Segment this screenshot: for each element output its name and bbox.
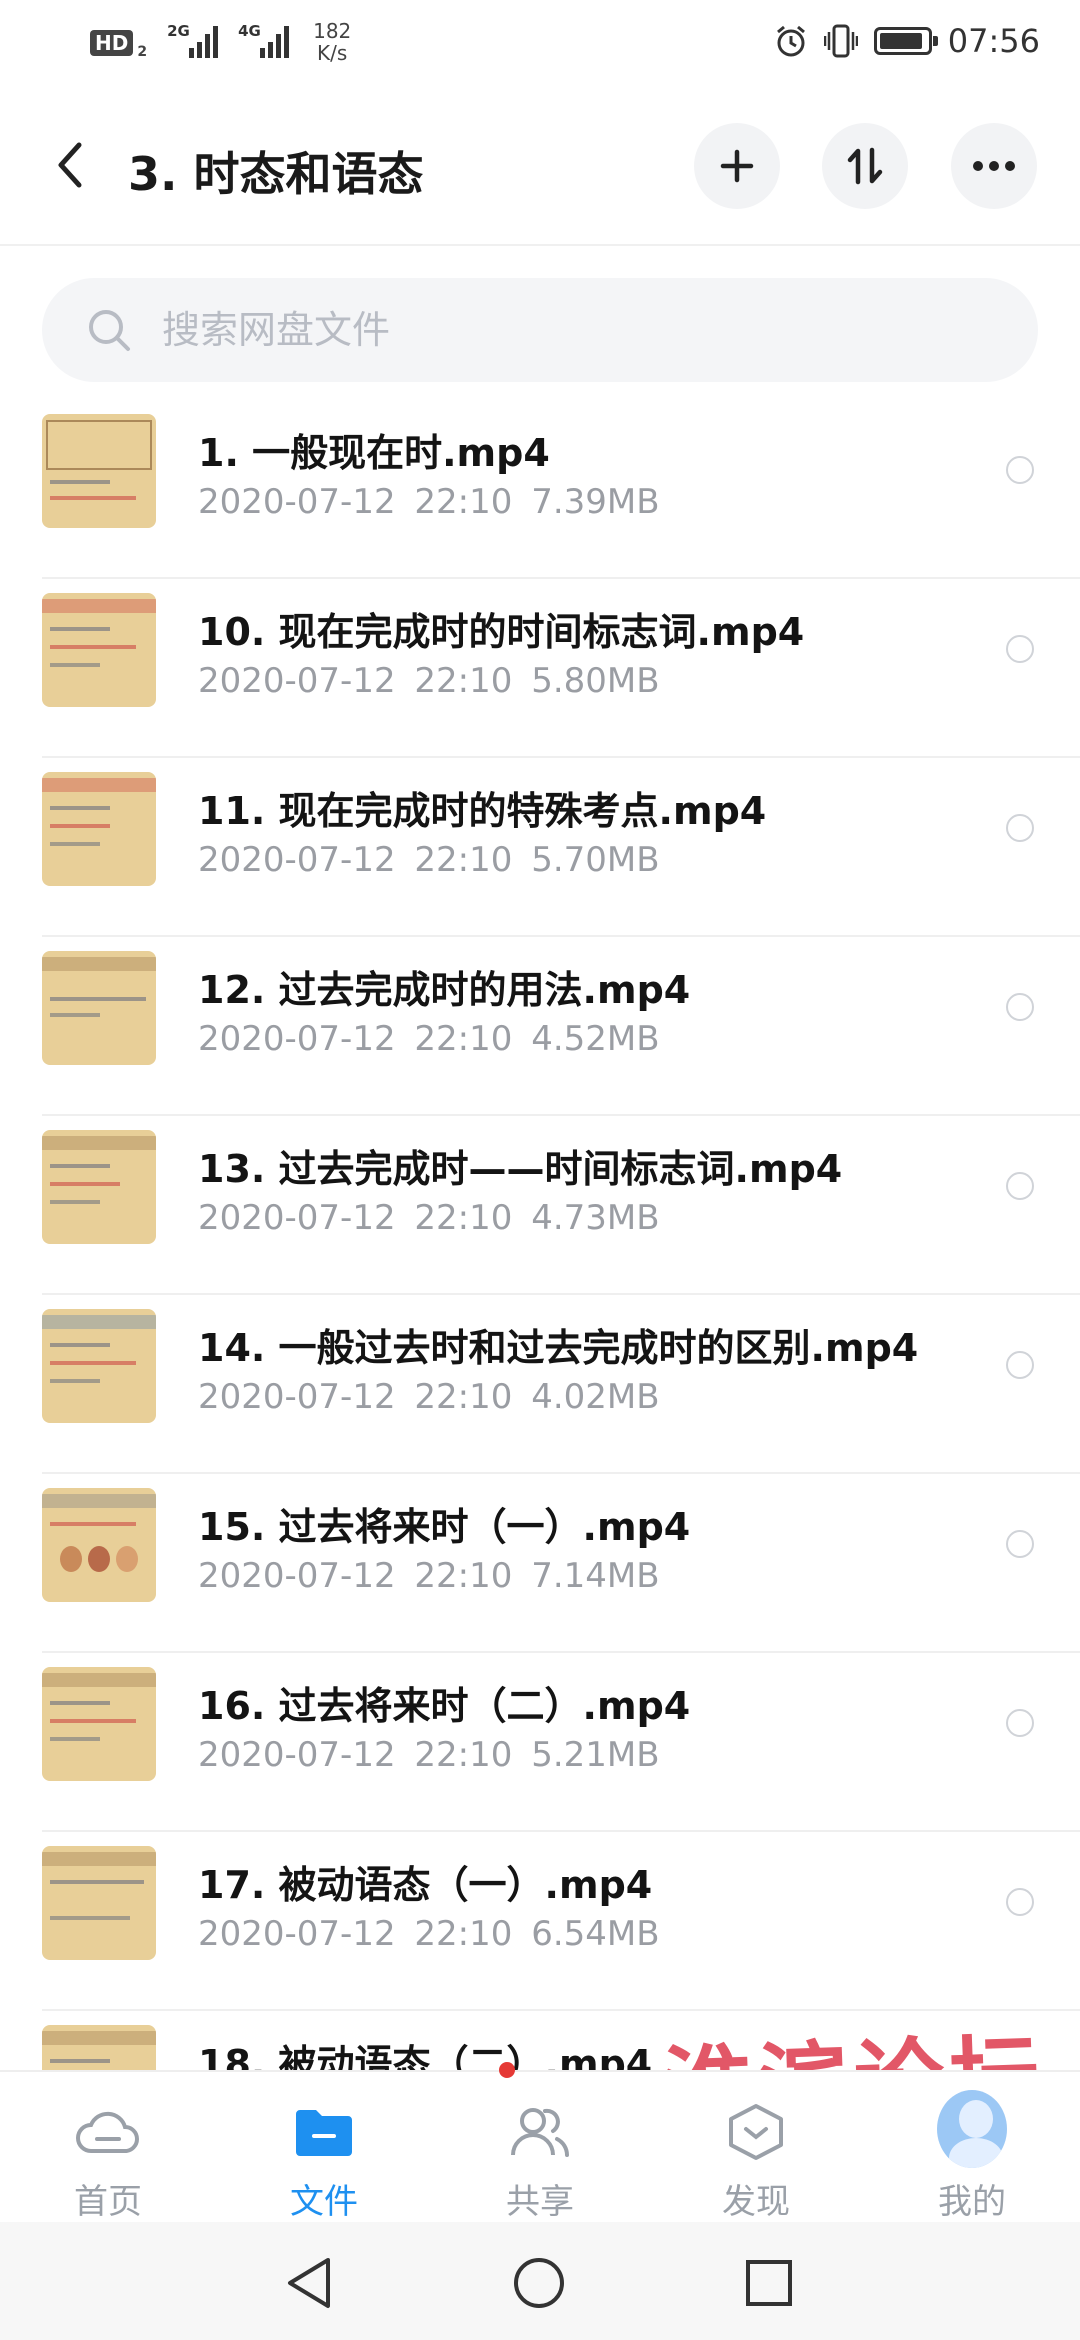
nav-recents-button[interactable]	[734, 2248, 804, 2318]
select-radio[interactable]	[1006, 456, 1034, 484]
video-thumbnail	[42, 1667, 156, 1781]
file-name: 17. 被动语态（一）.mp4	[198, 1863, 653, 1907]
video-thumbnail	[42, 772, 156, 886]
file-name: 14. 一般过去时和过去完成时的区别.mp4	[198, 1326, 919, 1370]
cloud-icon	[76, 2111, 139, 2153]
file-name: 11. 现在完成时的特殊考点.mp4	[198, 789, 767, 833]
file-name: 18. 被动语态（二）.mp4	[198, 2042, 653, 2070]
tab-label: 文件	[290, 2182, 358, 2222]
system-nav-bar	[0, 2222, 1080, 2340]
select-radio[interactable]	[1006, 1709, 1034, 1737]
tab-home[interactable]: 首页	[0, 2072, 216, 2224]
select-radio[interactable]	[1006, 1172, 1034, 1200]
status-bar: HD 2 2G 4G 182 K/s 07:56	[0, 0, 1080, 90]
file-row[interactable]: 1. 一般现在时.mp4 2020-07-12 22:10 7.39MB	[0, 400, 1080, 579]
file-meta: 2020-07-12 22:10 7.14MB	[198, 1556, 660, 1596]
battery-icon	[873, 27, 938, 55]
video-thumbnail	[42, 593, 156, 707]
sort-icon	[847, 147, 883, 185]
file-meta: 2020-07-12 22:10 5.80MB	[198, 661, 660, 701]
file-meta: 2020-07-12 22:10 5.70MB	[198, 840, 660, 880]
avatar	[937, 2090, 1007, 2168]
share-people-icon	[511, 2108, 569, 2157]
nav-home-button[interactable]	[504, 2248, 574, 2318]
file-row[interactable]: 14. 一般过去时和过去完成时的区别.mp4 2020-07-12 22:10 …	[0, 1295, 1080, 1474]
file-row[interactable]: 15. 过去将来时（一）.mp4 2020-07-12 22:10 7.14MB	[0, 1474, 1080, 1653]
signal-4g-icon: 4G	[238, 18, 290, 58]
select-radio[interactable]	[1006, 635, 1034, 663]
search-icon	[89, 310, 130, 351]
file-name: 13. 过去完成时——时间标志词.mp4	[198, 1147, 843, 1191]
plus-icon	[720, 149, 754, 183]
file-name: 15. 过去将来时（一）.mp4	[198, 1505, 691, 1549]
tab-me[interactable]: 我的	[864, 2072, 1080, 2224]
file-meta: 2020-07-12 22:10 5.21MB	[198, 1735, 660, 1775]
video-thumbnail	[42, 1488, 156, 1602]
video-thumbnail	[42, 2025, 156, 2070]
signal-2g-icon: 2G	[167, 18, 219, 58]
page-title: 3. 时态和语态	[128, 147, 424, 201]
file-meta: 2020-07-12 22:10 7.39MB	[198, 482, 660, 522]
file-row[interactable]: 13. 过去完成时——时间标志词.mp4 2020-07-12 22:10 4.…	[0, 1116, 1080, 1295]
video-thumbnail	[42, 1309, 156, 1423]
file-row[interactable]: 12. 过去完成时的用法.mp4 2020-07-12 22:10 4.52MB	[0, 937, 1080, 1116]
vibrate-icon	[823, 24, 858, 58]
notification-dot	[499, 2062, 515, 2078]
select-radio[interactable]	[1006, 1351, 1034, 1379]
tab-share[interactable]: 共享	[432, 2062, 648, 2224]
more-dots-icon	[973, 161, 1015, 171]
folder-icon	[296, 2110, 352, 2156]
file-name: 1. 一般现在时.mp4	[198, 431, 550, 475]
alarm-icon	[776, 25, 805, 57]
discover-icon	[729, 2104, 783, 2160]
select-radio[interactable]	[1006, 1888, 1034, 1916]
file-row[interactable]: 17. 被动语态（一）.mp4 2020-07-12 22:10 6.54MB	[0, 1832, 1080, 2011]
tab-label: 首页	[74, 2182, 142, 2222]
back-arrow-icon	[58, 142, 82, 188]
add-button[interactable]	[694, 123, 780, 209]
nav-back-button[interactable]	[274, 2248, 344, 2318]
hd-voice-badge: HD	[90, 30, 134, 56]
header: 3. 时态和语态	[0, 100, 1080, 235]
tab-discover[interactable]: 发现	[648, 2072, 864, 2224]
select-radio[interactable]	[1006, 814, 1034, 842]
video-thumbnail	[42, 1130, 156, 1244]
clock: 07:56	[947, 22, 1040, 60]
file-name: 10. 现在完成时的时间标志词.mp4	[198, 610, 805, 654]
video-thumbnail	[42, 1846, 156, 1960]
file-meta: 2020-07-12 22:10 6.54MB	[198, 1914, 660, 1954]
select-radio[interactable]	[1006, 993, 1034, 1021]
tab-label: 发现	[722, 2182, 790, 2222]
file-name: 12. 过去完成时的用法.mp4	[198, 968, 691, 1012]
network-speed: 182 K/s	[313, 19, 352, 65]
file-meta: 2020-07-12 22:10 4.73MB	[198, 1198, 660, 1238]
tab-label: 共享	[506, 2182, 574, 2222]
header-divider	[0, 244, 1080, 246]
bottom-tab-bar: 首页 文件 共享 发现 我的	[0, 2062, 1080, 2224]
file-list: 1. 一般现在时.mp4 2020-07-12 22:10 7.39MB 10.…	[0, 400, 1080, 2070]
select-radio[interactable]	[1006, 1530, 1034, 1558]
file-row[interactable]: 11. 现在完成时的特殊考点.mp4 2020-07-12 22:10 5.70…	[0, 758, 1080, 937]
more-button[interactable]	[951, 123, 1037, 209]
file-name: 16. 过去将来时（二）.mp4	[198, 1684, 691, 1728]
video-thumbnail	[42, 414, 156, 528]
app-screen: HD 2 2G 4G 182 K/s 07:56 3. 时态和语态 搜索网盘文件…	[0, 0, 1080, 2340]
search-input[interactable]	[162, 308, 962, 352]
triangle-back-icon	[288, 2258, 330, 2308]
search-bar[interactable]	[42, 278, 1038, 382]
file-row[interactable]: 10. 现在完成时的时间标志词.mp4 2020-07-12 22:10 5.8…	[0, 579, 1080, 758]
square-recents-icon	[746, 2260, 792, 2306]
file-row[interactable]: 16. 过去将来时（二）.mp4 2020-07-12 22:10 5.21MB	[0, 1653, 1080, 1832]
sort-button[interactable]	[822, 123, 908, 209]
back-button[interactable]	[40, 130, 100, 200]
tab-files[interactable]: 文件	[216, 2072, 432, 2224]
circle-home-icon	[514, 2258, 564, 2308]
hd-voice-sub: 2	[137, 44, 148, 60]
tab-label: 我的	[938, 2182, 1006, 2222]
file-meta: 2020-07-12 22:10 4.02MB	[198, 1377, 660, 1417]
file-meta: 2020-07-12 22:10 4.52MB	[198, 1019, 660, 1059]
video-thumbnail	[42, 951, 156, 1065]
